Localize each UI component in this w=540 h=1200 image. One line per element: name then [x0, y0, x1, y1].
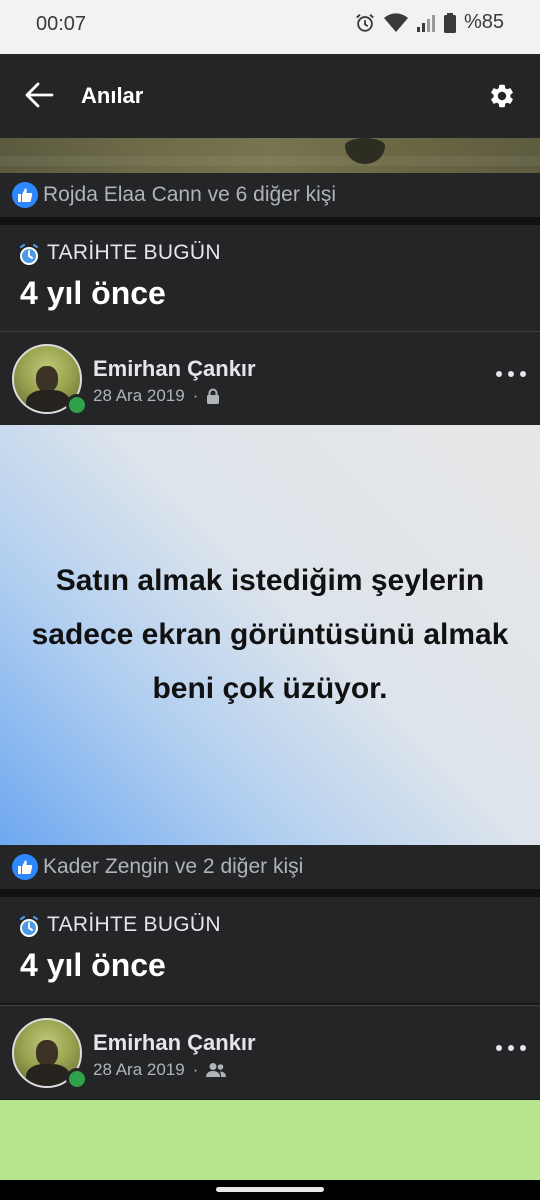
settings-button[interactable] [488, 82, 518, 112]
memory-years-ago: 4 yıl önce [20, 275, 166, 311]
gear-icon [491, 84, 513, 108]
page-title: Anılar [81, 83, 144, 108]
online-status-dot [66, 394, 88, 416]
wifi-icon [383, 12, 408, 33]
avatar-figure-head [36, 1040, 58, 1066]
memory-header: TARİHTE BUGÜN 4 yıl önce [0, 225, 540, 331]
section-divider [0, 889, 540, 897]
clock-icon [19, 915, 39, 937]
home-gesture-handle[interactable] [216, 1187, 324, 1192]
memory-label: TARİHTE BUGÜN [47, 241, 221, 264]
reaction-text: Kader Zengin ve 2 diğer kişi [43, 855, 304, 878]
status-icons: %85 [354, 11, 504, 34]
section-divider [0, 217, 540, 225]
avatar-figure-head [36, 366, 58, 392]
memory-years-ago: 4 yıl önce [20, 947, 166, 983]
lock-icon [207, 388, 220, 404]
clock-icon [19, 243, 39, 265]
post-background[interactable] [0, 1100, 540, 1180]
dot-icon [496, 371, 502, 377]
memory-header: TARİHTE BUGÜN 4 yıl önce [0, 897, 540, 1003]
dot-icon [520, 371, 526, 377]
meta-separator: · [192, 386, 199, 405]
text-post-background[interactable]: Satın almak istediğim şeylerin sadece ek… [0, 425, 540, 845]
reaction-text: Rojda Elaa Cann ve 6 diğer kişi [43, 183, 336, 206]
post-header: Emirhan Çankır 28 Ara 2019 · [0, 332, 540, 425]
dot-icon [508, 1045, 514, 1051]
photo-highlight [0, 156, 540, 166]
app-bar: Anılar [0, 54, 540, 138]
post-date[interactable]: 28 Ara 2019 [93, 386, 185, 406]
battery-percent: %85 [463, 11, 504, 33]
memory-label: TARİHTE BUGÜN [47, 913, 221, 936]
reaction-summary[interactable]: Kader Zengin ve 2 diğer kişi [0, 845, 540, 889]
friends-icon [206, 1063, 227, 1077]
system-nav-bar [0, 1180, 540, 1200]
online-status-dot [66, 1068, 88, 1090]
post-meta: 28 Ara 2019 · [93, 1060, 227, 1080]
battery-icon [443, 12, 456, 33]
reaction-summary-top[interactable]: Rojda Elaa Cann ve 6 diğer kişi [0, 173, 540, 217]
avatar-figure-body [26, 390, 70, 412]
post-meta: 28 Ara 2019 · [93, 386, 220, 406]
previous-post-image[interactable] [0, 138, 540, 173]
memories-feed[interactable]: Rojda Elaa Cann ve 6 diğer kişi TARİHTE … [0, 138, 540, 1180]
more-options-button[interactable] [496, 362, 526, 386]
more-options-button[interactable] [496, 1036, 526, 1060]
author-name[interactable]: Emirhan Çankır [93, 1030, 256, 1056]
status-bar: 00:07 %85 [0, 0, 540, 54]
arrow-left-icon [25, 82, 54, 108]
avatar-figure-body [26, 1064, 70, 1086]
alarm-icon [354, 12, 376, 34]
post-header: Emirhan Çankır 28 Ara 2019 · [0, 1006, 540, 1099]
back-button[interactable] [22, 78, 62, 114]
signal-icon [416, 13, 436, 33]
author-name[interactable]: Emirhan Çankır [93, 356, 256, 382]
dot-icon [508, 371, 514, 377]
dot-icon [520, 1045, 526, 1051]
like-icon [12, 182, 38, 208]
post-text: Satın almak istediğim şeylerin sadece ek… [31, 564, 509, 705]
like-icon [12, 854, 38, 880]
status-time: 00:07 [36, 13, 87, 35]
dot-icon [496, 1045, 502, 1051]
meta-separator: · [192, 1060, 199, 1079]
post-date[interactable]: 28 Ara 2019 [93, 1060, 185, 1080]
